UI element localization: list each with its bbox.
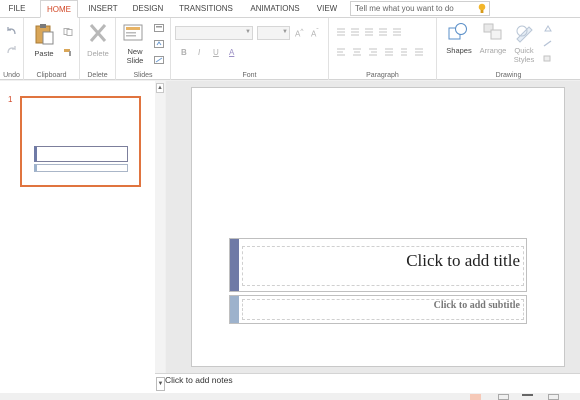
ribbon: Undo Paste Clipboard Delete Delete New S…	[0, 17, 580, 80]
undo-icon[interactable]	[6, 26, 17, 36]
slideshow-icon[interactable]	[548, 394, 559, 400]
new-slide-icon[interactable]	[123, 23, 145, 43]
ribbon-tabs: FILE HOME INSERT DESIGN TRANSITIONS ANIM…	[0, 0, 580, 18]
shape-effects-icon[interactable]	[543, 55, 553, 63]
shape-fill-icon[interactable]	[543, 25, 553, 33]
new-slide-label-1[interactable]: New	[118, 47, 152, 56]
arrange-icon[interactable]	[483, 23, 503, 41]
drawing-group-label: Drawing	[495, 72, 522, 79]
paste-icon[interactable]	[34, 23, 54, 45]
slide-thumbnail[interactable]	[20, 96, 141, 187]
reading-view-icon[interactable]	[522, 394, 533, 400]
paste-button[interactable]: Paste	[30, 49, 58, 58]
new-slide-label-2[interactable]: Slide	[118, 56, 152, 65]
quick-styles-label-1[interactable]: Quick	[507, 46, 541, 55]
slide-thumbnails-pane: 1 ▲	[0, 81, 165, 400]
notes-toggle-icon[interactable]: ▼	[156, 377, 165, 391]
delete-button[interactable]: Delete	[84, 49, 112, 58]
font-family-caret-icon: ▼	[245, 29, 251, 35]
clipboard-group: Paste Clipboard	[24, 18, 80, 80]
tab-home[interactable]: HOME	[40, 0, 78, 18]
undo-group: Undo	[0, 18, 24, 80]
font-size-caret-icon: ▼	[282, 29, 288, 35]
quick-styles-icon[interactable]	[514, 23, 534, 43]
quick-styles-label-2[interactable]: Styles	[507, 55, 541, 64]
powerpoint-window: FILE HOME INSERT DESIGN TRANSITIONS ANIM…	[0, 0, 580, 400]
thumbnail-subtitle-placeholder	[34, 164, 128, 172]
normal-view-icon[interactable]	[470, 394, 481, 400]
subtitle-placeholder[interactable]: Click to add subtitle	[229, 295, 527, 324]
tell-me-search-input[interactable]: Tell me what you want to do	[350, 1, 490, 16]
slide-sorter-icon[interactable]	[498, 394, 509, 400]
title-accent-bar	[230, 239, 239, 291]
tab-view[interactable]: VIEW	[312, 0, 342, 18]
delete-group-label: Delete	[87, 72, 108, 79]
slide-edit-area: Click to add title Click to add subtitle	[166, 81, 580, 373]
subtitle-accent-bar	[230, 296, 239, 323]
thumbnail-slide-number: 1	[8, 95, 13, 104]
increase-font-size-icon[interactable]: A^	[295, 28, 303, 39]
slide-canvas[interactable]: Click to add title Click to add subtitle	[191, 87, 565, 367]
underline-button[interactable]: U	[213, 48, 219, 57]
font-color-button[interactable]: A	[229, 48, 234, 57]
tab-insert[interactable]: INSERT	[84, 0, 122, 18]
title-placeholder-text: Click to add title	[406, 251, 520, 270]
shape-outline-icon[interactable]	[543, 40, 553, 48]
status-bar	[0, 393, 580, 400]
shapes-icon[interactable]	[447, 22, 469, 42]
slides-group: New Slide Slides	[116, 18, 171, 80]
redo-icon[interactable]	[6, 45, 17, 55]
undo-group-label: Undo	[3, 72, 20, 79]
notes-pane[interactable]: ▼ Click to add notes	[155, 373, 580, 393]
copy-icon[interactable]	[63, 28, 73, 36]
font-group: ▼ ▼ A^ Aˇ B I U A Font	[171, 18, 329, 80]
clipboard-group-label: Clipboard	[36, 72, 67, 79]
font-group-label: Font	[242, 72, 257, 79]
tab-file[interactable]: FILE	[0, 0, 34, 18]
drawing-group: Shapes Arrange Quick Styles Drawing	[437, 18, 580, 80]
delete-icon[interactable]	[89, 23, 107, 43]
title-placeholder[interactable]: Click to add title	[229, 238, 527, 292]
lightbulb-icon	[478, 3, 486, 13]
paragraph-group-label: Paragraph	[366, 72, 399, 79]
tell-me-placeholder: Tell me what you want to do	[355, 4, 454, 13]
decrease-font-size-icon[interactable]: Aˇ	[311, 28, 319, 39]
layout-icon[interactable]	[154, 24, 164, 32]
shapes-button[interactable]: Shapes	[441, 46, 477, 55]
font-family-dropdown[interactable]: ▼	[175, 26, 253, 40]
slides-group-label: Slides	[133, 72, 153, 79]
bold-button[interactable]: B	[181, 48, 187, 57]
delete-group: Delete Delete	[80, 18, 116, 80]
thumbnail-title-placeholder	[34, 146, 128, 162]
paragraph-group: Paragraph	[329, 18, 437, 80]
format-painter-icon[interactable]	[63, 48, 73, 56]
tab-animations[interactable]: ANIMATIONS	[244, 0, 306, 18]
tab-design[interactable]: DESIGN	[128, 0, 168, 18]
paragraph-buttons-icon[interactable]	[335, 27, 435, 65]
section-icon[interactable]	[154, 56, 164, 64]
tab-transitions[interactable]: TRANSITIONS	[174, 0, 238, 18]
font-size-dropdown[interactable]: ▼	[257, 26, 290, 40]
subtitle-placeholder-text: Click to add subtitle	[433, 300, 520, 311]
scroll-up-icon[interactable]: ▲	[156, 83, 164, 93]
reset-icon[interactable]	[154, 40, 164, 48]
thumbnails-scrollbar[interactable]: ▲	[155, 81, 165, 400]
italic-button[interactable]: I	[198, 48, 200, 57]
notes-placeholder: Click to add notes	[165, 375, 233, 385]
